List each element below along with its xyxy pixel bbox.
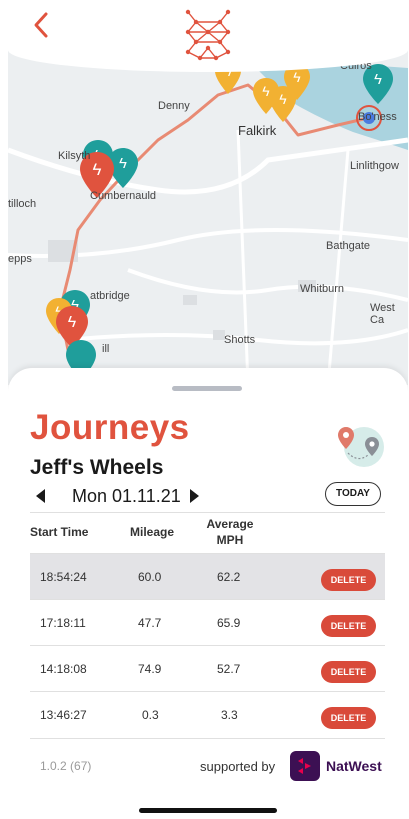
table-row[interactable]: 14:18:08 74.9 52.7 DELETE (30, 645, 385, 691)
cell-mileage: 74.9 (138, 662, 162, 676)
vehicle-name: Jeff's Wheels (30, 456, 164, 479)
delete-button[interactable]: DELETE (321, 661, 376, 683)
map-label-westcalder: West Ca (370, 302, 395, 326)
delete-button[interactable]: DELETE (321, 615, 376, 637)
network-logo-icon (185, 9, 231, 61)
map-label-linlithgow: Linlithgow (350, 160, 399, 172)
journeys-table: Start Time Mileage Average MPH 18:54:24 … (30, 512, 385, 737)
map-label-shotts: Shotts (224, 334, 256, 346)
svg-text:ϟ: ϟ (374, 71, 382, 88)
cell-start-time: 14:18:08 (40, 662, 87, 676)
app-frame: ϟ ϟ ϟ ϟ ϟ ϟ ϟ ϟ ϟ ϟ ϟ (8, 0, 408, 819)
current-date: Mon 01.11.21 (72, 486, 181, 506)
svg-text:ϟ: ϟ (68, 314, 77, 331)
next-day-button[interactable] (190, 489, 199, 503)
drag-handle[interactable] (172, 386, 242, 391)
page-title: Journeys (30, 408, 190, 447)
map-label-boness: Bo'ness (358, 111, 397, 123)
cell-start-time: 13:46:27 (40, 708, 87, 722)
cell-mileage: 60.0 (138, 570, 162, 584)
header-start-time: Start Time (30, 525, 89, 539)
table-row[interactable]: 17:18:11 47.7 65.9 DELETE (30, 599, 385, 645)
svg-text:ϟ: ϟ (119, 155, 127, 172)
svg-text:ϟ: ϟ (293, 69, 301, 85)
map-label-bellshill: ill (102, 343, 110, 355)
cell-mileage: 47.7 (138, 616, 162, 630)
chevron-left-icon (34, 12, 48, 38)
header-mileage: Mileage (129, 525, 174, 539)
home-indicator[interactable] (139, 808, 277, 813)
map-label-bishopbriggs: epps (8, 253, 32, 265)
table-row[interactable]: 18:54:24 60.0 62.2 DELETE (30, 553, 385, 599)
journeys-sheet: Journeys Jeff's Wheels Mon 01.11.21 TODA… (8, 368, 408, 819)
map-label-whitburn: Whitburn (300, 283, 345, 295)
map-label-kirkintilloch: tilloch (8, 198, 37, 210)
supported-by-label: supported by (200, 759, 276, 774)
map-label-cumbernauld: Cumbernauld (90, 190, 157, 202)
cell-mileage: 0.3 (142, 708, 159, 722)
cell-start-time: 18:54:24 (40, 570, 87, 584)
natwest-logo-icon (290, 751, 320, 781)
journey-map[interactable]: ϟ ϟ ϟ ϟ ϟ ϟ ϟ ϟ ϟ ϟ ϟ (8, 40, 408, 385)
cell-mph: 52.7 (217, 662, 241, 676)
svg-text:ϟ: ϟ (93, 160, 102, 179)
back-button[interactable] (26, 8, 56, 42)
header-mph: MPH (216, 533, 244, 547)
app-version: 1.0.2 (67) (40, 759, 92, 773)
header-average: Average (206, 517, 254, 531)
map-label-bathgate: Bathgate (326, 240, 371, 252)
delete-button[interactable]: DELETE (321, 707, 376, 729)
footer: 1.0.2 (67) supported by NatWest (30, 738, 385, 781)
today-button[interactable]: TODAY (325, 482, 381, 506)
previous-day-button[interactable] (36, 489, 45, 503)
cell-mph: 62.2 (217, 570, 241, 584)
map-label-falkirk: Falkirk (238, 123, 277, 138)
date-navigator: Mon 01.11.21 TODAY (30, 482, 390, 509)
natwest-brand: NatWest (326, 758, 382, 774)
app-header (8, 0, 408, 72)
map-label-kilsyth: Kilsyth (58, 150, 91, 162)
map-label-coatbridge: atbridge (90, 290, 130, 302)
cell-mph: 3.3 (221, 708, 238, 722)
cell-start-time: 17:18:11 (40, 616, 86, 630)
cell-mph: 65.9 (217, 616, 241, 630)
map-label-denny: Denny (158, 100, 190, 112)
map-pins-icon[interactable] (338, 423, 386, 467)
table-row[interactable]: 13:46:27 0.3 3.3 DELETE (30, 691, 385, 737)
table-header: Start Time Mileage Average MPH (30, 512, 385, 553)
delete-button[interactable]: DELETE (321, 569, 376, 591)
